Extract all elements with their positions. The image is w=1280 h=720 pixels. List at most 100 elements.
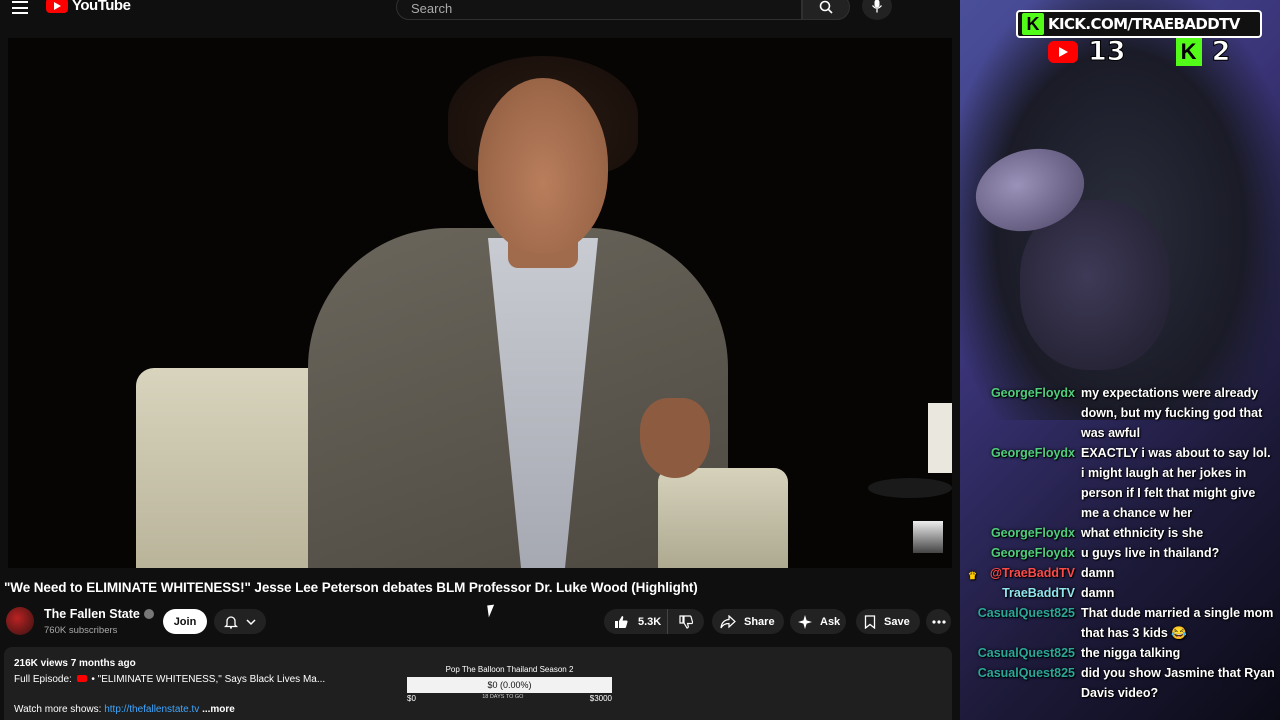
like-count: 5.3K [638,615,662,628]
chat-text: what ethnicity is she [1081,526,1204,540]
fundraiser-goal: $3000 [589,694,612,703]
chat-username: TraeBaddTV [1002,586,1075,600]
chat-text: my expectations were already down, but m… [1081,386,1263,440]
like-button[interactable]: 5.3K [604,609,668,634]
kick-channel-url: KICK.COM/TRAEBADDTV [1048,15,1240,33]
screen: YouTube Search "We Need to ELIMINATE WHI… [0,0,1280,720]
chat-username: GeorgeFloydx [990,386,1075,400]
save-label: Save [884,615,910,628]
chat-message: GeorgeFloydx my expectations were already… [960,383,1280,443]
video-player[interactable] [8,38,952,568]
chat-text: damn [1081,566,1115,580]
viewer-counts: 13 K 2 [1048,36,1231,68]
chevron-down-icon [246,618,256,625]
view-count-and-date: 216K views 7 months ago [14,658,136,669]
search-input[interactable]: Search [396,0,802,20]
microphone-icon [871,0,883,13]
fundraiser-title: Pop The Balloon Thailand Season 2 [445,665,574,674]
chat-username: CasualQuest825 [977,666,1075,680]
subscribe-notifications-button[interactable] [214,609,266,634]
voice-search-button[interactable] [862,0,892,20]
chat-message: ♛ @TraeBaddTV damn [960,563,1280,583]
fundraiser-progress-bar: $0 (0.00%) [407,677,612,693]
bell-icon [224,615,238,629]
speaker-hand [640,398,710,478]
description-label: Full Episode: [14,674,72,685]
search-icon [819,0,833,14]
side-table [868,478,952,498]
video-title: "We Need to ELIMINATE WHITENESS!" Jesse … [4,580,698,595]
chat-message: CasualQuest825 the nigga talking [960,643,1280,663]
chat-username: GeorgeFloydx [990,526,1075,540]
description-line-2: Watch more shows: http://thefallenstate.… [14,704,235,715]
chat-message: GeorgeFloydx EXACTLY i was about to say l… [960,443,1280,523]
share-icon [720,614,736,628]
stream-chat: GeorgeFloydx my expectations were already… [960,383,1280,703]
chat-text: u guys live in thailand? [1081,546,1220,560]
sparkle-icon [798,614,812,629]
chat-username: CasualQuest825 [977,646,1075,660]
description-label: Watch more shows: [14,704,102,715]
chat-text: the nigga talking [1081,646,1181,660]
chat-username: @TraeBaddTV [989,566,1075,580]
description-line-1: Full Episode: • "ELIMINATE WHITENESS," S… [14,674,325,685]
ask-label: Ask [820,615,841,628]
youtube-viewer-count: 13 [1088,36,1127,68]
fundraiser-widget[interactable]: Pop The Balloon Thailand Season 2 $0 (0.… [407,665,612,703]
thumbs-up-icon [615,615,628,628]
chat-username: CasualQuest825 [977,606,1075,620]
channel-name-row[interactable]: The Fallen State [44,607,154,621]
chat-message: CasualQuest825 did you show Jasmine that … [960,663,1280,703]
verified-badge-icon [143,609,154,619]
youtube-logo-text: YouTube [72,0,131,14]
kick-logo-icon: K [1022,13,1044,35]
chat-message: TraeBaddTV damn [960,583,1280,603]
bookmark-icon [864,614,876,629]
more-actions-button[interactable] [926,609,951,634]
share-label: Share [744,615,775,628]
youtube-link-icon [76,675,87,682]
dislike-button[interactable] [668,609,704,634]
kick-viewer-count: 2 [1211,36,1231,68]
hamburger-menu-icon[interactable] [12,0,28,14]
channel-avatar[interactable] [6,607,34,635]
subscriber-count: 760K subscribers [44,625,118,636]
mouse-cursor-icon [487,604,496,618]
youtube-topbar: YouTube Search [0,0,960,20]
youtube-logo[interactable]: YouTube [46,0,131,14]
more-horizontal-icon [931,619,946,624]
chat-text: did you show Jasmine that Ryan Davis vid… [1081,666,1275,700]
chat-username: GeorgeFloydx [990,446,1075,460]
fundraiser-days-left: 18 DAYS TO GO [482,694,524,700]
youtube-viewers-icon [1048,40,1078,63]
chat-message: CasualQuest825 That dude married a single… [960,603,1280,643]
youtube-page: YouTube Search "We Need to ELIMINATE WHI… [0,0,960,720]
share-button[interactable]: Share [712,609,784,634]
chat-message: GeorgeFloydx u guys live in thailand? [960,543,1280,563]
description-link[interactable]: http://thefallenstate.tv [104,704,199,715]
kick-channel-banner: K KICK.COM/TRAEBADDTV [1016,10,1262,38]
show-more-button[interactable]: ...more [202,704,235,715]
chat-message: GeorgeFloydx what ethnicity is she [960,523,1280,543]
lamp [928,403,952,473]
like-dislike-group: 5.3K [604,609,704,634]
save-button[interactable]: Save [856,609,920,634]
ask-button[interactable]: Ask [790,609,846,634]
fundraiser-min: $0 [407,694,416,703]
search-button[interactable] [802,0,850,20]
chat-text: EXACTLY i was about to say lol. i might … [1081,446,1271,520]
chat-text: damn [1081,586,1115,600]
description-linked-video[interactable]: • "ELIMINATE WHITENESS," Says Black Live… [91,674,325,685]
description-box[interactable]: 216K views 7 months ago Full Episode: • … [4,647,952,720]
youtube-play-icon [46,0,68,13]
join-button[interactable]: Join [163,609,207,634]
chat-text: That dude married a single mom that has … [1081,606,1274,640]
kick-viewers-icon: K [1175,37,1202,66]
speaker-head [478,78,608,253]
chat-username: GeorgeFloydx [990,546,1075,560]
thumbs-down-icon [679,614,693,629]
fundraiser-labels: $0 18 DAYS TO GO $3000 [407,694,612,703]
video-watermark-thumbnail[interactable] [913,521,943,553]
channel-name[interactable]: The Fallen State [44,607,140,621]
chair-right [658,468,788,568]
